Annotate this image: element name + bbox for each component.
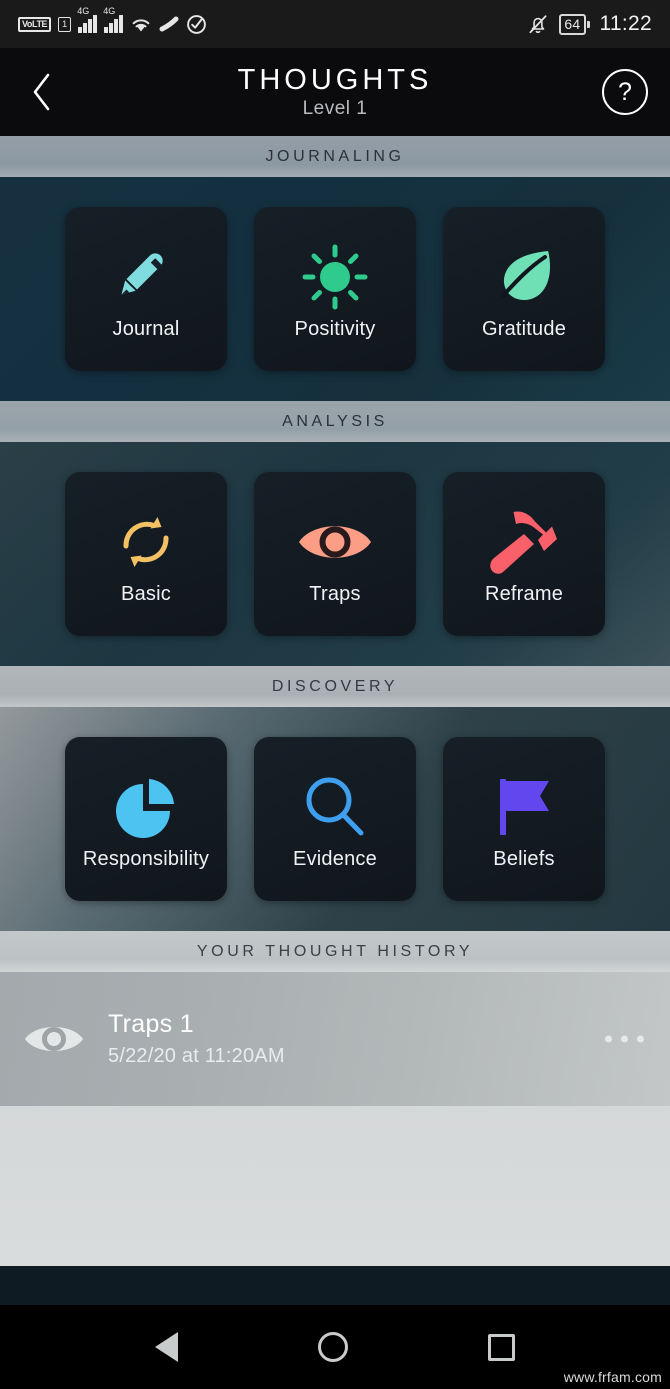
bell-mute-icon [527,13,549,35]
status-bar-right: 64 11:22 [527,12,652,36]
history-entry-timestamp: 5/22/20 at 11:20AM [108,1045,285,1067]
tile-label: Beliefs [493,847,555,870]
back-triangle-icon[interactable] [155,1332,178,1362]
status-bar: VoLTE 1 4G 4G 64 11:22 [0,0,670,48]
tile-basic[interactable]: Basic [65,472,227,636]
magnifier-icon [299,768,371,846]
back-button[interactable] [14,48,70,136]
phone-screen: VoLTE 1 4G 4G 64 11:22 THOUGHTS Level 1 … [0,0,670,1389]
tile-label: Evidence [293,847,377,870]
page-title: THOUGHTS [237,64,433,96]
battery-icon: 64 [559,13,590,35]
watermark-label: www.frfam.com [563,1369,662,1385]
section-header-discovery: DISCOVERY [0,666,670,707]
home-circle-icon[interactable] [318,1332,348,1362]
tile-journal[interactable]: Journal [65,207,227,371]
list-item[interactable]: Traps 1 5/22/20 at 11:20AM [0,972,670,1106]
tile-traps[interactable]: Traps [254,472,416,636]
tile-label: Responsibility [82,847,210,870]
section-header-journaling: JOURNALING [0,136,670,177]
wifi-icon [130,15,152,33]
tile-label: Gratitude [481,317,567,340]
tile-beliefs[interactable]: Beliefs [443,737,605,901]
data-transfer-icon [159,16,179,32]
section-header-analysis: ANALYSIS [0,401,670,442]
tile-label: Basic [121,582,171,605]
tile-label: Traps [309,582,361,605]
tile-reframe[interactable]: Reframe [443,472,605,636]
refresh-cycle-icon [110,503,182,581]
eye-icon [0,1018,108,1060]
network-type-1-label: 4G [77,6,90,16]
tile-responsibility[interactable]: Responsibility [65,737,227,901]
section-body-analysis: Basic Traps Reframe [0,442,670,666]
history-entry-more-button[interactable] [605,1035,644,1043]
tile-evidence[interactable]: Evidence [254,737,416,901]
android-nav-bar: www.frfam.com [0,1305,670,1389]
sun-icon [299,238,371,316]
status-bar-left: VoLTE 1 4G 4G [18,6,207,35]
volte-icon: VoLTE [18,16,52,32]
history-entry-text: Traps 1 5/22/20 at 11:20AM [108,1010,285,1068]
tile-positivity[interactable]: Positivity [254,207,416,371]
section-body-discovery: Responsibility Evidence Beliefs [0,707,670,931]
tile-label: Reframe [484,582,564,605]
signal-bars-1-icon: 4G [77,6,98,33]
pencil-icon [110,238,182,316]
hammer-icon [488,503,560,581]
page-subtitle: Level 1 [302,98,368,119]
header-title-block: THOUGHTS Level 1 [238,63,433,121]
tile-label: Journal [112,317,180,340]
section-body-journaling: Journal Positivity Gratitude [0,177,670,401]
flag-icon [488,768,560,846]
tile-gratitude[interactable]: Gratitude [443,207,605,371]
eye-icon [296,503,374,581]
sim-indicator-icon: 1 [58,16,72,32]
recents-square-icon[interactable] [488,1333,515,1361]
history-area: Traps 1 5/22/20 at 11:20AM [0,972,670,1266]
tile-label: Positivity [294,317,376,340]
app-header: THOUGHTS Level 1 ? [0,48,670,136]
history-empty-space [0,1106,670,1266]
leaf-icon [488,238,560,316]
help-button[interactable]: ? [602,69,648,115]
network-type-2-label: 4G [103,6,116,16]
check-circle-icon [186,14,207,35]
signal-bars-2-icon: 4G [103,6,124,33]
battery-level-label: 64 [559,13,586,35]
section-header-history: YOUR THOUGHT HISTORY [0,931,670,972]
status-bar-clock: 11:22 [599,12,652,35]
pie-chart-icon [110,768,182,846]
history-entry-title: Traps 1 [108,1010,194,1038]
